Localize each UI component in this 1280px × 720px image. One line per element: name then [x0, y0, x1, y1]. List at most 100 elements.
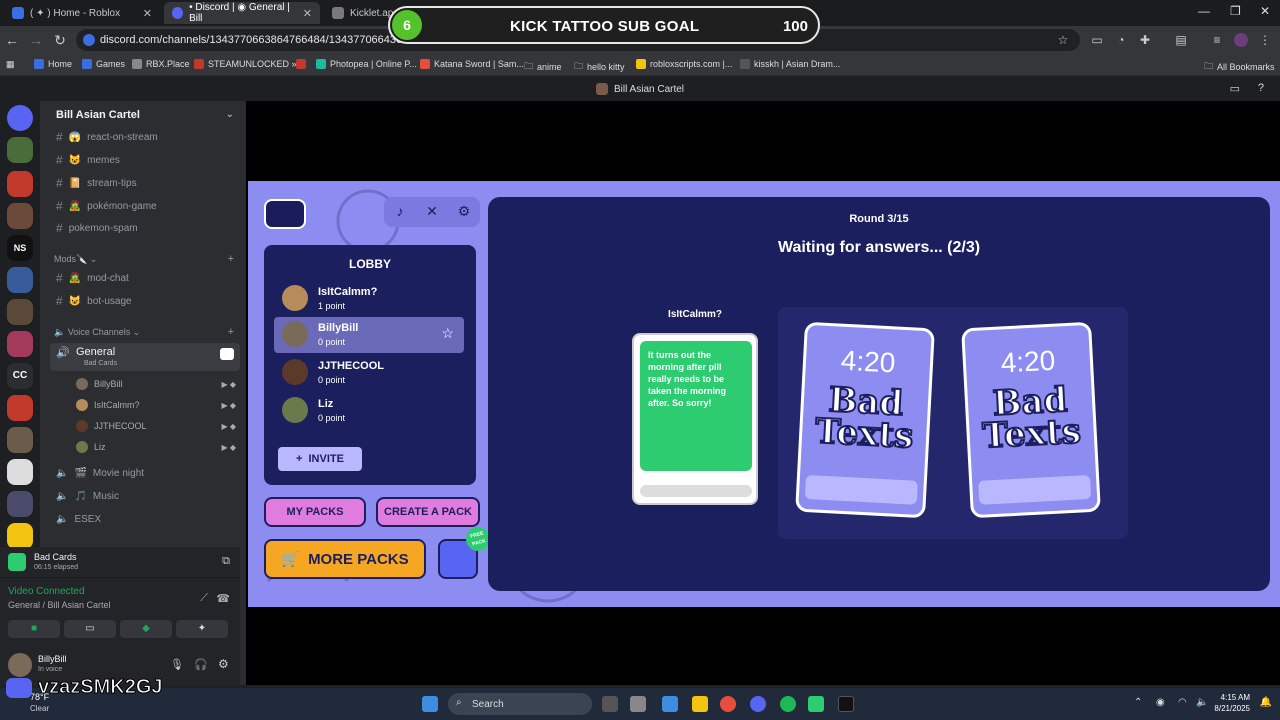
bookmark-item[interactable]: robloxscripts.com |... — [636, 59, 732, 69]
activity-panel: Bad Cards 06:15 elapsed ⧉ — [0, 547, 240, 577]
bookmark-item[interactable]: RBX.Place — [132, 59, 190, 69]
screen-share-icon: ▭ — [85, 623, 95, 634]
bookmark-item[interactable]: Home — [34, 59, 72, 69]
bookmark-item[interactable] — [296, 59, 306, 69]
invite-button[interactable]: + INVITE — [276, 445, 364, 473]
message-input-mock — [640, 485, 752, 497]
discord-icon[interactable] — [750, 696, 766, 712]
profile-avatar[interactable] — [1234, 33, 1248, 47]
site-info-icon[interactable] — [83, 34, 95, 46]
app-icon[interactable] — [838, 696, 854, 712]
tab-discord[interactable]: • Discord | ◉ General | Bill ✕ — [164, 2, 320, 24]
search-icon: ⌕ — [456, 697, 462, 708]
puzzle-icon[interactable]: ✚ — [1138, 33, 1152, 47]
file-explorer-icon[interactable] — [692, 696, 708, 712]
wifi-icon[interactable]: ◠ — [1178, 697, 1187, 708]
avatar[interactable] — [8, 653, 32, 677]
create-pack-button[interactable]: CREATE A PACK — [376, 497, 480, 527]
maximize-icon[interactable]: ❐ — [1230, 4, 1241, 18]
bookmark-item[interactable]: Katana Sword | Sam... — [420, 59, 524, 69]
bookmark-item[interactable]: kisskh | Asian Dram... — [740, 59, 840, 69]
player-row[interactable]: Liz 0 point — [274, 393, 464, 429]
goal-title: KICK TATTOO SUB GOAL — [510, 18, 700, 35]
more-packs-button[interactable]: 🛒 MORE PACKS — [264, 539, 426, 579]
screen-share-button[interactable]: ▭ — [64, 620, 116, 638]
back-icon[interactable]: ← — [4, 32, 20, 48]
gear-icon[interactable]: ⚙ — [218, 657, 229, 671]
close-icon[interactable]: ✕ — [303, 7, 312, 20]
noise-suppression-icon[interactable]: ⟋ — [200, 592, 208, 605]
star-icon[interactable]: ☆ — [441, 325, 454, 342]
bookmarks-bar: ▦ Home Games RBX.Place STEAMUNLOCKED »..… — [0, 54, 1280, 76]
gear-icon[interactable]: ⚙ — [454, 201, 474, 221]
photopea-icon — [316, 59, 326, 69]
camera-button[interactable]: ■ — [8, 620, 60, 638]
music-note-icon[interactable]: ♪ — [390, 201, 410, 221]
lobby-panel: LOBBY IsItCalmm? 1 point BillyBill 0 poi… — [264, 245, 476, 485]
all-bookmarks[interactable]: 🗀 All Bookmarks — [1204, 59, 1275, 75]
close-window-icon[interactable]: ✕ — [1260, 4, 1270, 18]
headphones-icon[interactable]: 🎧 — [194, 658, 208, 671]
clock[interactable]: 4:15 AM 8/21/2025 — [1214, 692, 1250, 714]
lobby-title: LOBBY — [349, 257, 391, 271]
avatar — [282, 397, 308, 423]
discord-title-bar: Bill Asian Cartel ▭ ? — [0, 77, 1280, 101]
popout-icon[interactable]: ⧉ — [222, 555, 230, 568]
forward-icon[interactable]: → — [28, 32, 44, 48]
tab-label: • Discord | ◉ General | Bill — [189, 2, 290, 24]
bookmark-folder[interactable]: 🗀 hello kitty — [574, 59, 625, 75]
task-view-icon[interactable] — [602, 696, 618, 712]
more-icon[interactable]: ⋮ — [1258, 33, 1272, 47]
bookmark-star-icon[interactable]: ☆ — [1056, 33, 1070, 47]
apps-icon[interactable]: ▦ — [6, 59, 15, 70]
close-icon[interactable]: ✕ — [143, 7, 152, 20]
add-user-icon: + — [296, 453, 303, 465]
soundboard-button[interactable]: ✦ — [176, 620, 228, 638]
bookmark-item[interactable]: Photopea | Online P... — [316, 59, 417, 69]
bad-texts-card[interactable]: 4:20 Bad Texts — [795, 321, 935, 519]
status-text: Waiting for answers... (2/3) — [777, 239, 981, 256]
chevron-up-icon[interactable]: ⌃ — [1134, 697, 1142, 708]
avatar — [282, 359, 308, 385]
mute-icon[interactable]: ✕ — [422, 201, 442, 221]
app-icon[interactable] — [662, 696, 678, 712]
volume-icon[interactable]: 🔈 — [1196, 697, 1208, 708]
player-row[interactable]: IsItCalmm? 1 point — [274, 281, 464, 317]
player-row[interactable]: JJTHECOOL 0 point — [274, 355, 464, 391]
player-row[interactable]: BillyBill 0 point ☆ — [274, 317, 464, 353]
answer-text: It turns out the morning after pill real… — [640, 341, 752, 471]
discord-icon — [172, 7, 184, 19]
inbox-icon[interactable]: ▭ — [1230, 82, 1240, 95]
bookmark-folder[interactable]: 🗀 anime — [524, 59, 562, 75]
tab-roblox[interactable]: ( ✦ ) Home - Roblox ✕ — [4, 2, 160, 24]
discord-tray-icon[interactable]: ◉ — [1156, 697, 1165, 708]
bad-texts-card[interactable]: 4:20 Bad Texts — [961, 321, 1101, 519]
voice-connection-panel: Video Connected General / Bill Asian Car… — [0, 577, 240, 647]
disconnect-icon[interactable]: ☎ — [216, 592, 230, 605]
taskbar-search[interactable]: ⌕ Search — [448, 693, 592, 715]
reload-icon[interactable]: ↻ — [52, 32, 68, 49]
notification-icon[interactable]: 🔔 — [1260, 697, 1272, 708]
extension-icon[interactable]: ◔ — [1114, 33, 1128, 47]
roblox-icon — [12, 7, 24, 19]
microphone-icon[interactable]: 🎙 — [170, 658, 184, 671]
sidebar-icon[interactable]: ▤ — [1174, 33, 1188, 47]
my-packs-button[interactable]: MY PACKS — [264, 497, 366, 527]
app-icon[interactable] — [630, 696, 646, 712]
spotify-icon[interactable] — [780, 696, 796, 712]
menu-icon[interactable]: ≡ — [1210, 33, 1224, 47]
help-icon[interactable]: ? — [1258, 82, 1264, 94]
app-icon[interactable] — [808, 696, 824, 712]
soundboard-icon: ✦ — [197, 623, 207, 634]
minimize-icon[interactable]: — — [1198, 4, 1210, 18]
extension-icon[interactable]: ▭ — [1090, 33, 1104, 47]
site-icon — [740, 59, 750, 69]
bookmark-item[interactable]: Games — [82, 59, 125, 69]
windows-taskbar: 78°F Clear ⌕ Search ⌃ ◉ ◠ 🔈 4:15 AM 8/21… — [0, 688, 1280, 720]
windows-start-icon[interactable] — [422, 696, 438, 712]
site-icon — [132, 59, 142, 69]
chrome-icon[interactable] — [720, 696, 736, 712]
bookmark-item[interactable]: STEAMUNLOCKED »... — [194, 59, 304, 69]
activity-stage: ♪ ✕ ⚙ LOBBY IsItCalmm? 1 point BillyBill… — [246, 101, 1280, 685]
activity-button[interactable]: ◆ — [120, 620, 172, 638]
